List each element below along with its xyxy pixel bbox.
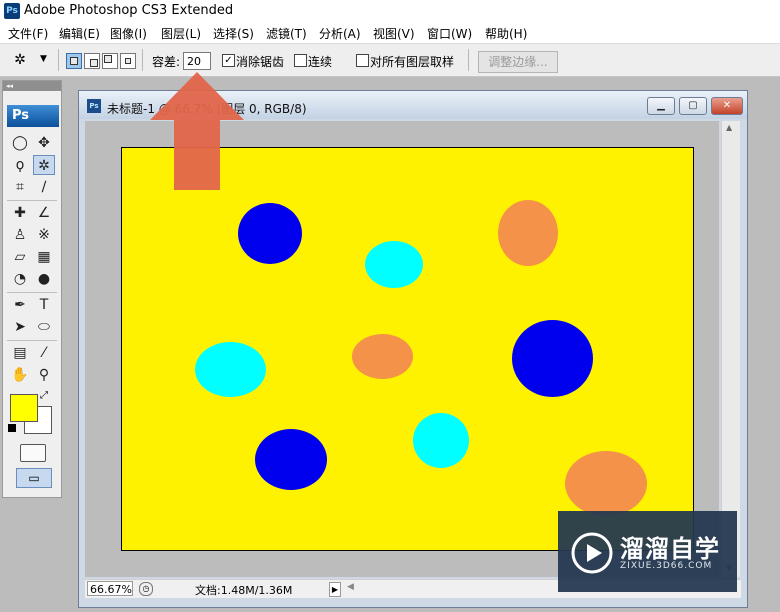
divider [7,340,57,341]
add-to-selection-button[interactable] [84,53,100,69]
blur-tool-icon[interactable]: ◔ [9,269,31,289]
menu-select[interactable]: 选择(S) [213,25,254,42]
divider [58,49,59,71]
tolerance-input[interactable] [183,52,211,70]
watermark: 溜溜自学 ZIXUE.3D66.COM [558,511,737,592]
healing-brush-icon[interactable]: ✚ [9,203,31,223]
maximize-button[interactable]: ▢ [679,97,707,115]
divider [142,49,143,71]
refine-edge-button[interactable]: 调整边缘... [478,51,558,73]
divider [7,200,57,201]
menu-edit[interactable]: 编辑(E) [59,25,100,42]
contiguous-checkbox[interactable] [294,54,307,67]
sample-all-layers-label: 对所有图层取样 [370,55,455,69]
history-brush-icon[interactable]: ※ [33,225,55,245]
toolbox-panel: ◂◂ Ps ◯ ✥ ϙ ✲ ⌗ ∕ ✚ ∠ ♙ ※ ▱ ▦ ◔ ● ✒ T ➤ … [2,80,62,498]
gradient-tool-icon[interactable]: ▦ [33,247,55,267]
cyan-ellipse [413,413,469,468]
notes-tool-icon[interactable]: ▤ [9,343,31,363]
vertical-scrollbar[interactable]: ▲ ▼ [721,121,740,577]
menu-help[interactable]: 帮助(H) [485,25,527,42]
annotation-arrow-shape [150,72,244,190]
subtract-from-selection-button[interactable] [102,53,118,69]
hand-tool-icon[interactable]: ✋ [9,365,31,385]
new-selection-button[interactable] [66,53,82,69]
crop-tool-icon[interactable]: ⌗ [9,177,31,197]
close-button[interactable]: ✕ [711,97,743,115]
brush-tool-icon[interactable]: ∠ [33,203,55,223]
magic-wand-tool-icon[interactable]: ✲ [33,155,55,175]
quick-mask-button[interactable] [20,444,46,462]
menu-analysis[interactable]: 分析(A) [319,25,361,42]
divider [7,292,57,293]
status-menu-arrow-icon[interactable]: ▶ [329,582,341,597]
image-canvas[interactable] [121,147,694,551]
anti-alias-checkbox[interactable]: ✓ [222,54,235,67]
scroll-left-icon[interactable]: ◀ [347,582,354,592]
screen-mode-button[interactable]: ▭ [16,468,52,488]
menu-view[interactable]: 视图(V) [373,25,415,42]
menu-layer[interactable]: 图层(L) [161,25,201,42]
magic-wand-icon[interactable]: ✲ [10,51,30,69]
divider [468,49,469,71]
intersect-selection-button[interactable] [120,53,136,69]
contiguous-label: 连续 [308,55,333,69]
swap-colors-icon[interactable]: ⤢ [40,390,48,401]
ps-logo: Ps [7,105,59,127]
eraser-tool-icon[interactable]: ▱ [9,247,31,267]
menu-window[interactable]: 窗口(W) [427,25,472,42]
orange-ellipse [565,451,647,516]
default-colors-icon[interactable] [8,424,16,432]
blue-circle [255,429,327,490]
slice-tool-icon[interactable]: ∕ [33,177,55,197]
chevron-down-icon[interactable]: ▼ [40,54,47,64]
watermark-name: 溜溜自学 [620,535,720,563]
tolerance-label: 容差: [152,55,181,69]
panel-grip-icon[interactable]: ◂◂ [3,81,61,91]
zoom-level-field[interactable]: 66.67% [87,581,133,596]
photoshop-app-icon: Ps [4,3,20,19]
orange-ellipse [352,334,413,379]
menu-image[interactable]: 图像(I) [110,25,147,42]
menu-filter[interactable]: 滤镜(T) [266,25,307,42]
cyan-ellipse [365,241,423,288]
menu-bar: 文件(F) 编辑(E) 图像(I) 图层(L) 选择(S) 滤镜(T) 分析(A… [0,22,780,44]
app-title-bar: Ps Adobe Photoshop CS3 Extended [0,0,780,22]
options-bar: ✲ ▼ 容差: ✓ 消除锯齿 连续 对所有图层取样 调整边缘... [0,44,780,77]
marquee-tool-icon[interactable]: ◯ [9,133,31,153]
anti-alias-label: 消除锯齿 [236,55,285,69]
zoom-tool-icon[interactable]: ⚲ [33,365,55,385]
watermark-url: ZIXUE.3D66.COM [620,561,713,571]
annotation-arrow-icon [150,72,244,190]
type-tool-icon[interactable]: T [33,295,55,315]
minimize-button[interactable]: ▁ [647,97,675,115]
document-size-info: 文档:1.48M/1.36M [195,584,293,597]
app-title: Adobe Photoshop CS3 Extended [24,3,234,18]
menu-file[interactable]: 文件(F) [8,25,48,42]
dodge-tool-icon[interactable]: ● [33,269,55,289]
move-tool-icon[interactable]: ✥ [33,133,55,153]
eyedropper-icon[interactable]: ⁄ [33,343,55,363]
status-info-icon[interactable]: ◷ [139,582,153,596]
clone-stamp-icon[interactable]: ♙ [9,225,31,245]
lasso-tool-icon[interactable]: ϙ [9,155,31,175]
orange-ellipse [498,200,558,266]
blue-circle [238,203,302,264]
play-logo-icon [571,532,613,574]
cyan-ellipse [195,342,266,397]
path-selection-icon[interactable]: ➤ [9,317,31,337]
scroll-up-icon[interactable]: ▲ [726,123,732,132]
foreground-color-swatch[interactable] [10,394,38,422]
pen-tool-icon[interactable]: ✒ [9,295,31,315]
document-icon: Ps [87,99,101,113]
ellipse-shape-icon[interactable]: ⬭ [33,317,55,337]
blue-circle [512,320,593,397]
sample-all-layers-checkbox[interactable] [356,54,369,67]
